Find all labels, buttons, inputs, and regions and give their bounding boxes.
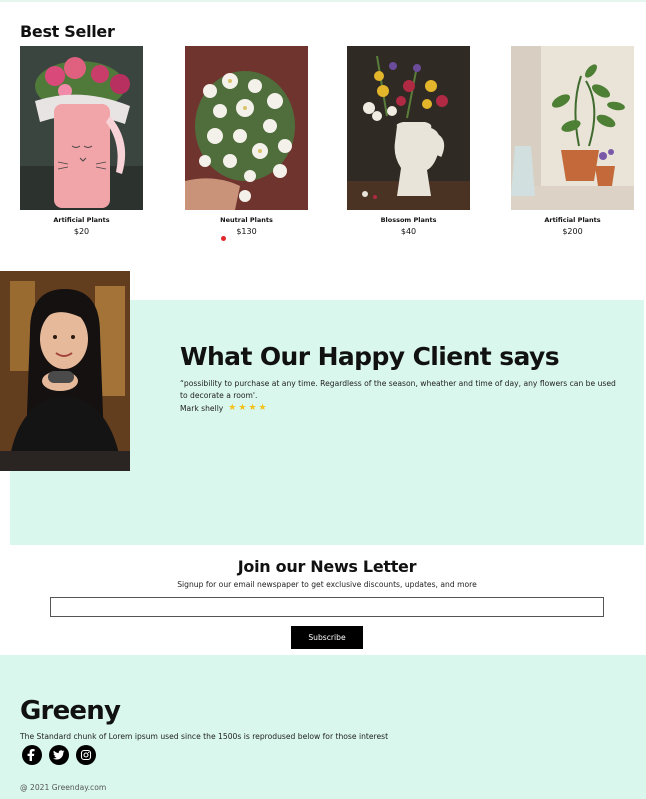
top-divider (0, 0, 646, 2)
product-name: Neutral Plants (220, 216, 273, 224)
testimonial-quote: “possibility to purchase at any time. Re… (180, 379, 616, 400)
product-price: $130 (236, 227, 257, 236)
facebook-icon[interactable] (22, 745, 42, 765)
newsletter-subtitle: Signup for our email newspaper to get ex… (177, 580, 477, 589)
product-image[interactable] (511, 46, 634, 210)
brand-logo[interactable]: Greeny (20, 696, 121, 726)
product-image[interactable] (20, 46, 143, 210)
star-icon: ★ (228, 403, 237, 413)
newsletter-title: Join our News Letter (237, 557, 417, 576)
twitter-icon[interactable] (49, 745, 69, 765)
product-image[interactable] (347, 46, 470, 210)
product-price: $20 (73, 227, 90, 236)
star-icon: ★ (238, 403, 247, 413)
product-card[interactable]: Blossom Plants $40 (347, 46, 470, 236)
testimonial-author-row: Mark shelly ★ ★ ★ ★ (180, 404, 267, 414)
product-card[interactable]: Artificial Plants $20 (20, 46, 143, 236)
client-photo (0, 271, 130, 471)
product-image[interactable] (185, 46, 308, 210)
subscribe-button[interactable]: Subscribe (291, 626, 363, 649)
star-icon: ★ (258, 403, 267, 413)
star-icon: ★ (248, 403, 257, 413)
carousel-dot-active[interactable] (221, 236, 226, 241)
best-seller-title: Best Seller (20, 22, 115, 41)
social-links (22, 745, 96, 765)
product-card[interactable]: Artificial Plants $200 (511, 46, 634, 236)
instagram-icon[interactable] (76, 745, 96, 765)
footer (0, 655, 646, 799)
product-name: Artificial Plants (53, 216, 110, 224)
product-price: $200 (562, 227, 583, 236)
product-card[interactable]: Neutral Plants $130 (185, 46, 308, 236)
product-name: Artificial Plants (544, 216, 601, 224)
copyright-text: @ 2021 Greenday.com (20, 783, 107, 792)
product-name: Blossom Plants (380, 216, 437, 224)
email-input[interactable] (50, 597, 604, 617)
rating-stars: ★ ★ ★ ★ (228, 404, 266, 413)
author-name: Mark shelly (180, 404, 224, 413)
footer-description: The Standard chunk of Lorem ipsum used s… (20, 732, 389, 741)
product-price: $40 (400, 227, 417, 236)
testimonial-title: What Our Happy Client says (180, 342, 560, 371)
